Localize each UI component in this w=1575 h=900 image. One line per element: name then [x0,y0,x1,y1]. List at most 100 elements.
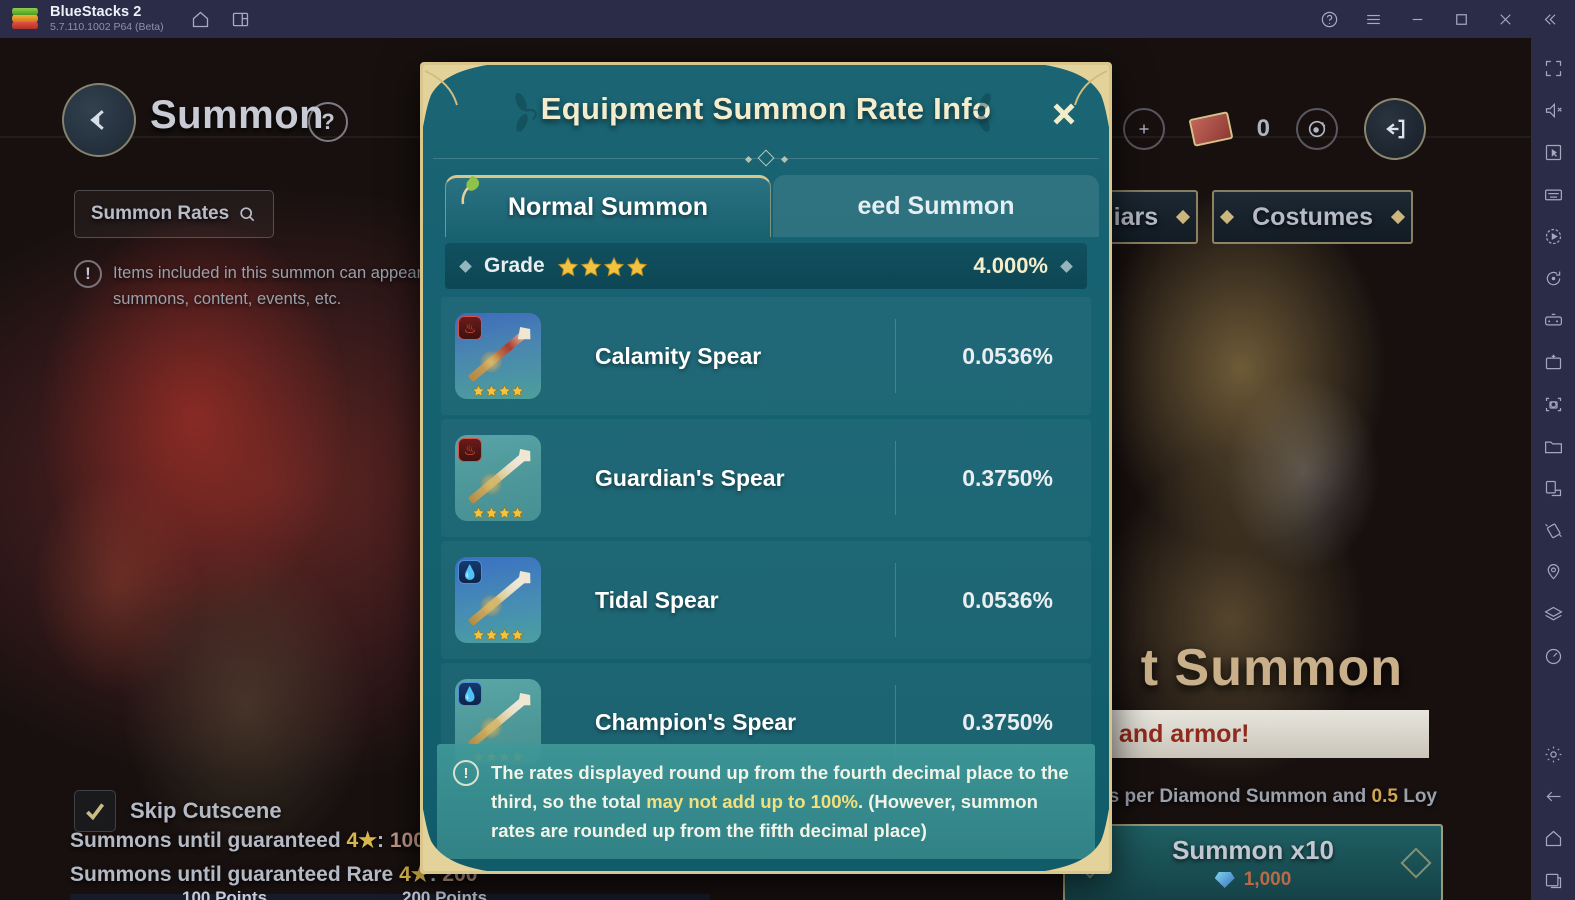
titlebar-left-icons [190,8,252,30]
table-row[interactable]: ♨ Calamity Spear 0.0536% [441,297,1091,415]
bluestacks-logo-icon [12,8,38,30]
item-rate-list[interactable]: ♨ Calamity Spear 0.0536% ♨ Guardian's Sp… [441,297,1091,781]
modal-header: Equipment Summon Rate Info [423,65,1109,149]
note-highlight: may not add up to 100% [646,791,858,812]
row-separator [895,319,896,393]
summon-rates-button[interactable]: Summon Rates [74,190,274,238]
close-icon[interactable] [1495,9,1515,29]
grade-label: Grade [484,254,545,277]
skip-cutscene-row[interactable]: Skip Cutscene [74,790,282,832]
modal-title: Equipment Summon Rate Info [540,91,992,126]
skip-cutscene-checkbox[interactable] [74,790,116,832]
close-modal-button[interactable] [1043,93,1085,135]
guar1-pre: Summons until guaranteed [70,829,347,852]
game-controls-icon[interactable] [1534,300,1572,340]
search-icon [240,207,255,222]
info-exclamation-icon: ! [453,760,479,786]
water-element-icon: 💧 [458,560,482,584]
install-apk-icon[interactable] [1534,342,1572,382]
home-icon[interactable] [1534,818,1572,858]
equipment-summon-title: t Summon [1140,639,1403,697]
ticket-count: 0 [1256,115,1270,142]
floral-ornament-icon-right [961,93,997,133]
checkmark-icon [86,803,105,821]
add-currency-icon[interactable] [1122,108,1165,150]
keyboard-controls-icon[interactable] [1534,174,1572,214]
item-name: Tidal Spear [595,586,719,613]
summon-x10-button[interactable]: Summon x10 1,000 [1063,824,1443,900]
equipment-summon-rate-modal[interactable]: Equipment Summon Rate Info Normal Summon… [420,62,1112,874]
target-icon[interactable] [1296,108,1338,150]
leaf-icon [456,174,486,208]
back-icon[interactable] [1534,776,1572,816]
macro-play-icon[interactable] [1534,216,1572,256]
window-controls [1319,9,1575,29]
performance-icon[interactable] [1534,636,1572,676]
screenshot-icon[interactable] [1534,384,1572,424]
tab-costumes-label: Costumes [1252,202,1373,231]
item-name: Calamity Spear [595,342,762,369]
grade-diamond-left-icon [459,259,472,273]
summon-x10-label: Summon x10 [1172,835,1334,865]
home-icon[interactable] [190,8,212,30]
table-row[interactable]: ♨ Guardian's Spear 0.3750% [441,419,1091,537]
tab-speed-summon-label: eed Summon [857,191,1015,220]
guar1-star: 4★ [346,829,378,852]
rate-rounding-note-text: The rates displayed round up from the fo… [491,758,1077,845]
tab-normal-summon[interactable]: Normal Summon [445,175,771,237]
pointer-icon[interactable] [1534,132,1572,172]
maximize-icon[interactable] [1451,9,1471,29]
item-name: Guardian's Spear [595,464,785,491]
help-icon[interactable]: ? [308,102,348,142]
tab-costumes[interactable]: Costumes [1212,190,1413,244]
menu-icon[interactable] [1363,9,1383,29]
layers-icon[interactable] [1534,594,1572,634]
back-button[interactable] [62,83,136,157]
guaranteed-rare-4star-row: Summons until guaranteed Rare 4★: 200 [70,862,477,887]
skip-cutscene-label: Skip Cutscene [130,798,282,823]
row-separator [895,441,896,515]
summon-x10-cost-value: 1,000 [1243,869,1292,890]
rotate-icon[interactable] [1534,258,1572,298]
modal-divider [423,149,1109,169]
points-progress-bar [70,894,710,900]
modal-tabs: Normal Summon eed Summon [423,169,1109,237]
media-folder-icon[interactable] [1534,426,1572,466]
item-rate: 0.3750% [962,464,1053,491]
item-name: Champion's Spear [595,708,797,735]
loyalty-info: Points per Diamond Summon and 0.5 Loy [1061,786,1437,808]
item-rate: 0.0536% [962,586,1053,613]
item-thumbnail: 💧 [455,557,541,643]
diamond-icon [1214,872,1235,888]
multi-instance-icon[interactable] [230,8,252,30]
mute-icon[interactable] [1534,90,1572,130]
app-name: BlueStacks 2 [50,4,142,20]
minimize-icon[interactable] [1407,9,1427,29]
top-right-hud: 0 [1122,98,1426,160]
help-icon[interactable] [1319,9,1339,29]
bluestacks-titlebar: BlueStacks 2 5.7.110.1002 P64 (Beta) [0,0,1575,38]
shake-icon[interactable] [1534,510,1572,550]
exit-button[interactable] [1364,98,1426,160]
loyalty-post: Loy [1397,786,1437,807]
location-icon[interactable] [1534,552,1572,592]
collapse-icon[interactable] [1539,9,1559,29]
tab-speed-summon[interactable]: eed Summon [773,175,1099,237]
summon-ticket-icon [1188,111,1234,147]
star-icon [603,256,625,277]
exclamation-icon: ! [74,260,102,288]
diamond-decor-right [1400,847,1432,879]
app-version: 5.7.110.1002 P64 (Beta) [50,21,164,33]
app-title-group: BlueStacks 2 5.7.110.1002 P64 (Beta) [50,4,164,34]
multi-window-icon[interactable] [1534,468,1572,508]
guar2-pre: Summons until guaranteed Rare [70,863,400,886]
table-row[interactable]: 💧 Tidal Spear 0.0536% [441,541,1091,659]
fullscreen-icon[interactable] [1534,48,1572,88]
item-rate: 0.0536% [962,342,1053,369]
recents-icon[interactable] [1534,860,1572,900]
item-stars [472,628,524,641]
item-stars [472,506,524,519]
grade-header-row: Grade 4.000% [445,243,1087,289]
row-separator [895,563,896,637]
settings-icon[interactable] [1534,734,1572,774]
